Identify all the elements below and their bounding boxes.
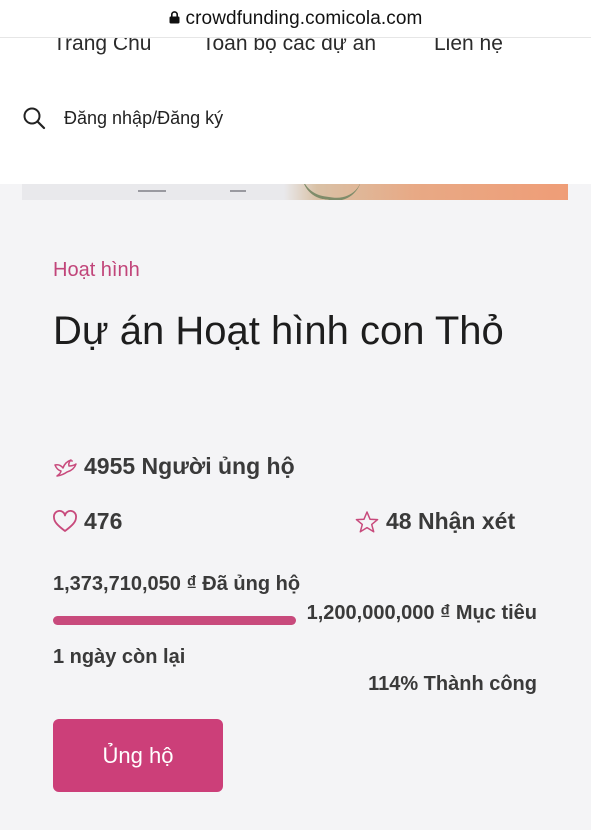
project-title: Dự án Hoạt hình con Thỏ [53, 309, 504, 353]
lock-icon [169, 11, 180, 24]
project-category[interactable]: Hoạt hình [53, 259, 140, 282]
success-percentage: 114% Thành công [368, 673, 537, 695]
likes-stat[interactable]: 476 [52, 508, 122, 535]
site-header: Trang Chủ Toàn bộ các dự án Liên hệ Đăng… [0, 38, 591, 184]
likes-count: 476 [84, 508, 123, 534]
reviews-stat[interactable]: 48 Nhận xét [354, 508, 515, 535]
search-icon[interactable] [22, 106, 46, 130]
funding-progress-bar [53, 616, 296, 625]
url-text: crowdfunding.comicola.com [185, 7, 423, 29]
heart-icon[interactable] [52, 509, 78, 534]
nav-link-home[interactable]: Trang Chủ [53, 38, 151, 56]
funding-goal: 1,200,000,000 ₫ Mục tiêu [306, 602, 537, 624]
nav-link-contact[interactable]: Liên hệ [434, 38, 503, 56]
supporters-count: 4955 Người ủng hộ [84, 453, 295, 479]
login-register-link[interactable]: Đăng nhập/Đăng ký [64, 108, 223, 129]
nav-link-all-projects[interactable]: Toàn bộ các dự án [202, 38, 376, 56]
support-button[interactable]: Ủng hộ [53, 719, 223, 792]
nav-menu: Trang Chủ Toàn bộ các dự án Liên hệ [0, 38, 591, 62]
supporters-stat: 4955 Người ủng hộ [52, 453, 295, 480]
project-banner-image [22, 184, 568, 200]
dove-icon [54, 458, 77, 477]
star-icon [355, 510, 379, 533]
address-bar[interactable]: crowdfunding.comicola.com [0, 0, 591, 38]
amount-funded: 1,373,710,050 ₫ Đã ủng hộ [53, 573, 301, 595]
header-tools: Đăng nhập/Đăng ký [22, 106, 223, 130]
reviews-count: 48 Nhận xét [386, 508, 516, 534]
days-remaining: 1 ngày còn lại [53, 646, 186, 668]
